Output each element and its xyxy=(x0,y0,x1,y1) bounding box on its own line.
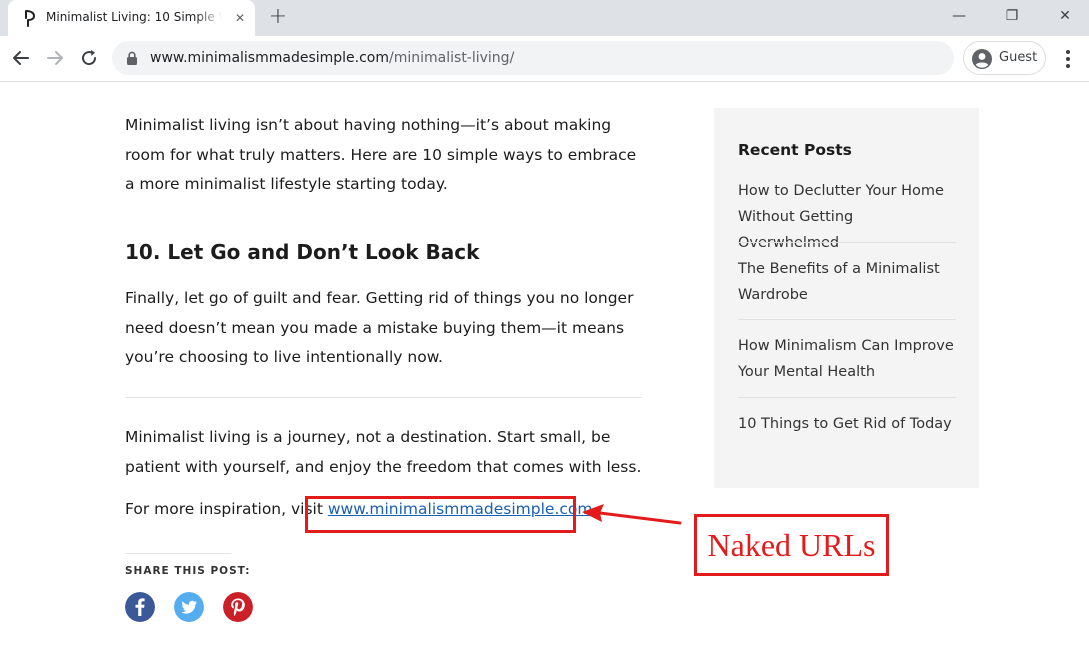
tab-strip: Minimalist Living: 10 Simple Ways to Emb… xyxy=(0,0,1089,36)
share-divider xyxy=(125,553,231,554)
forward-icon[interactable] xyxy=(44,47,66,69)
back-icon[interactable] xyxy=(10,47,32,69)
post-divider xyxy=(738,397,956,398)
close-window-button[interactable]: ✕ xyxy=(1049,4,1081,28)
post-divider xyxy=(738,242,956,243)
browser-toolbar: www.minimalismmadesimple.com/minimalist-… xyxy=(0,36,1089,82)
conclusion-paragraph: Minimalist living is a journey, not a de… xyxy=(125,428,642,476)
recent-post-link[interactable]: The Benefits of a Minimalist Wardrobe xyxy=(738,256,956,308)
facebook-icon[interactable] xyxy=(125,592,155,622)
minimize-button[interactable]: — xyxy=(943,4,975,28)
new-tab-button[interactable]: + xyxy=(266,5,290,29)
url-text[interactable]: www.minimalismmadesimple.com/minimalist-… xyxy=(150,50,514,66)
content-divider xyxy=(125,397,642,398)
inspiration-prefix: For more inspiration, visit xyxy=(125,500,328,518)
naked-url-highlight-box xyxy=(305,496,576,533)
tab-close-icon[interactable]: ✕ xyxy=(232,10,248,26)
profile-button[interactable]: Guest xyxy=(963,41,1046,75)
avatar-icon xyxy=(972,49,992,69)
tab-title: Minimalist Living: 10 Simple Ways to Emb… xyxy=(46,10,222,24)
share-label: SHARE THIS POST: xyxy=(125,565,251,577)
annotation-callout: Naked URLs xyxy=(694,514,889,576)
section-heading: 10. Let Go and Don’t Look Back xyxy=(125,240,480,264)
menu-icon[interactable] xyxy=(1058,47,1078,71)
recent-post-link[interactable]: 10 Things to Get Rid of Today xyxy=(738,411,956,437)
lock-icon xyxy=(127,51,137,65)
recent-post-link[interactable]: How to Declutter Your Home Without Getti… xyxy=(738,178,956,256)
recent-posts-sidebar: Recent Posts How to Declutter Your Home … xyxy=(714,108,979,488)
restore-button[interactable]: ❐ xyxy=(996,4,1028,28)
reload-icon[interactable] xyxy=(78,47,100,69)
favicon-icon xyxy=(25,10,36,27)
post-divider xyxy=(738,319,956,320)
url-path: /minimalist-living/ xyxy=(389,50,515,66)
recent-post-link[interactable]: How Minimalism Can Improve Your Mental H… xyxy=(738,333,956,385)
url-domain: www.minimalismmadesimple.com xyxy=(150,50,390,66)
twitter-icon[interactable] xyxy=(174,592,204,622)
browser-tab[interactable]: Minimalist Living: 10 Simple Ways to Emb… xyxy=(8,0,255,36)
profile-label: Guest xyxy=(999,50,1038,65)
section-paragraph: Finally, let go of guilt and fear. Getti… xyxy=(125,289,634,366)
address-bar[interactable]: www.minimalismmadesimple.com/minimalist-… xyxy=(112,41,954,75)
annotation-label: Naked URLs xyxy=(707,527,876,563)
sidebar-title: Recent Posts xyxy=(738,141,852,159)
intro-paragraph: Minimalist living isn’t about having not… xyxy=(125,116,637,193)
annotation-arrow-icon xyxy=(582,504,682,525)
pinterest-icon[interactable] xyxy=(223,592,253,622)
